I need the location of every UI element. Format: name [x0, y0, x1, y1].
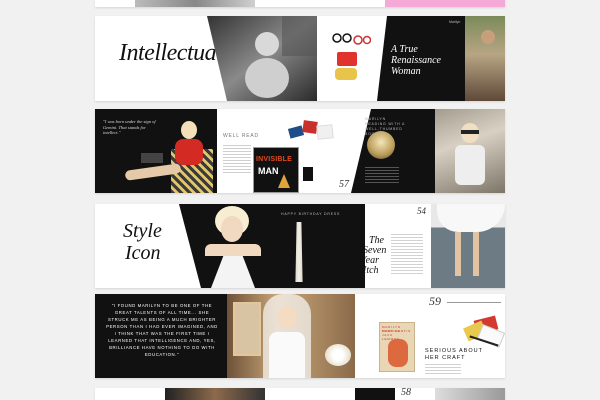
invisible-man-cover: INVISIBLE MAN: [253, 147, 299, 193]
film-body-text: [391, 234, 423, 274]
book-2: [302, 120, 318, 134]
cover-figure: [278, 174, 290, 188]
well-read-body: [223, 145, 251, 175]
craft-poster: MARILYN MONROE TONY CURTIS JACK LEMMON: [379, 322, 415, 372]
page-number-54: 54: [417, 206, 426, 216]
style-icon-line1: Style: [123, 220, 162, 242]
flowers: [325, 344, 351, 366]
bottom-dark-panel: [355, 388, 395, 400]
spread-top-partial: [95, 0, 505, 7]
top-pink-block: [385, 0, 505, 7]
craft-heading-line2: HER CRAFT: [425, 355, 466, 361]
bottom-right-photo: [435, 388, 505, 400]
book-3: [316, 124, 334, 140]
well-read-heading: WELL READ: [223, 133, 259, 139]
shoulders: [205, 244, 261, 256]
spread-serious-about-craft: "I FOUND MARILYN TO BE ONE OF THE GREAT …: [95, 294, 505, 378]
leg-left: [455, 232, 461, 276]
page-number-59: 59: [429, 294, 441, 308]
glasses-props: [331, 32, 372, 45]
white-skirt: [437, 204, 505, 232]
marilyn-portrait: [201, 204, 265, 288]
scripts-pile: [463, 315, 505, 348]
page-number-rule: [447, 302, 501, 303]
spread-bottom-partial: 58: [95, 388, 505, 400]
invisible-man-line1: INVISIBLE: [256, 156, 293, 163]
compact-prop: [335, 68, 357, 80]
poster-figure: [388, 339, 408, 367]
subway-grate-photo: [431, 204, 505, 288]
marilyn-reading-photo: [207, 16, 317, 101]
purse-prop: [337, 52, 357, 66]
bride-gown: [269, 332, 305, 378]
style-icon-line2: Icon: [125, 242, 161, 264]
bottom-dark-photo: [165, 388, 265, 400]
renaissance-title: A True Renaissance Woman: [391, 44, 441, 77]
intellect-quote: "I was born under the sign of Gemini. Th…: [103, 119, 156, 135]
spread-intellectual: Intellectual Marilyn A True Renaissance …: [95, 16, 505, 101]
right-panel-body: [365, 167, 399, 185]
invisible-man-line2: MAN: [258, 166, 279, 176]
typewriter: [141, 153, 163, 163]
leg-right: [473, 232, 479, 276]
head: [181, 121, 197, 139]
window-frame: [233, 302, 261, 356]
page-number-58: 58: [401, 388, 411, 398]
white-outfit: [455, 145, 485, 185]
book-stack: [287, 119, 339, 141]
craft-quote: "I FOUND MARILYN TO BE ONE OF THE GREAT …: [106, 303, 218, 357]
side-kicker: Marilyn: [449, 20, 461, 24]
page-number-57: 57: [339, 179, 349, 190]
face: [221, 216, 243, 242]
small-book: [303, 167, 313, 181]
top-photo-strip: [135, 0, 255, 7]
outdoor-reading-photo: [465, 16, 505, 101]
bride-face: [277, 306, 297, 328]
bridal-photo: [227, 294, 355, 378]
sunglasses-photo: [435, 109, 505, 193]
figure: [481, 30, 495, 44]
portrait-caption: Marilyn reading with a well-thumbed book: [365, 117, 405, 136]
spread-well-read: "I was born under the sign of Gemini. Th…: [95, 109, 505, 193]
dress-caption: HAPPY BIRTHDAY DRESS: [281, 212, 341, 216]
film-line4: Itch: [363, 265, 379, 276]
craft-heading-line1: SERIOUS ABOUT: [425, 348, 483, 354]
craft-body: [425, 364, 461, 374]
spread-style-icon: Style Icon HAPPY BIRTHDAY DRESS The Seve…: [95, 204, 505, 288]
sunglasses: [461, 130, 479, 134]
red-sweater: [175, 139, 203, 165]
